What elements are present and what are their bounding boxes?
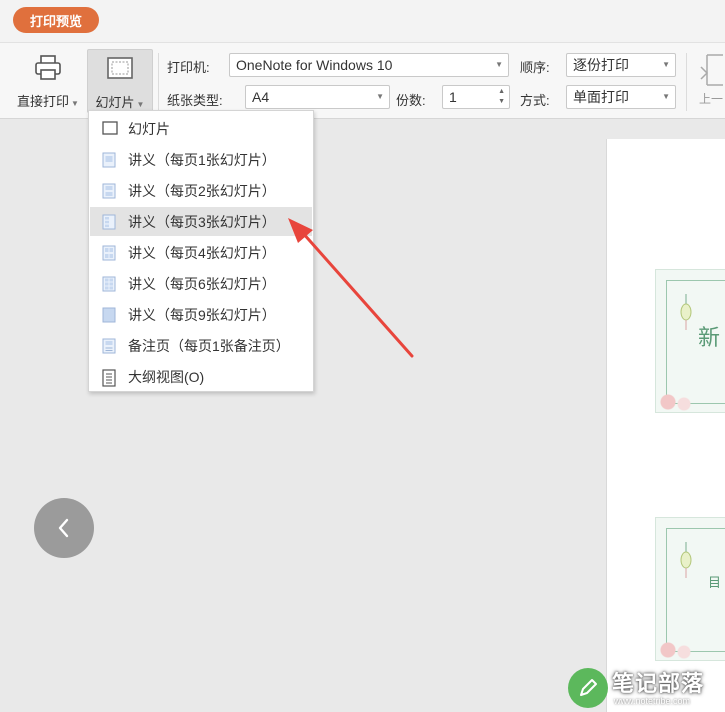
watermark: 笔记部落 www.notetribe.com bbox=[564, 664, 725, 712]
watermark-url: www.notetribe.com bbox=[614, 696, 691, 706]
annotation-arrow bbox=[288, 218, 414, 358]
pencil-icon bbox=[568, 668, 608, 708]
watermark-title: 笔记部落 bbox=[612, 671, 705, 696]
